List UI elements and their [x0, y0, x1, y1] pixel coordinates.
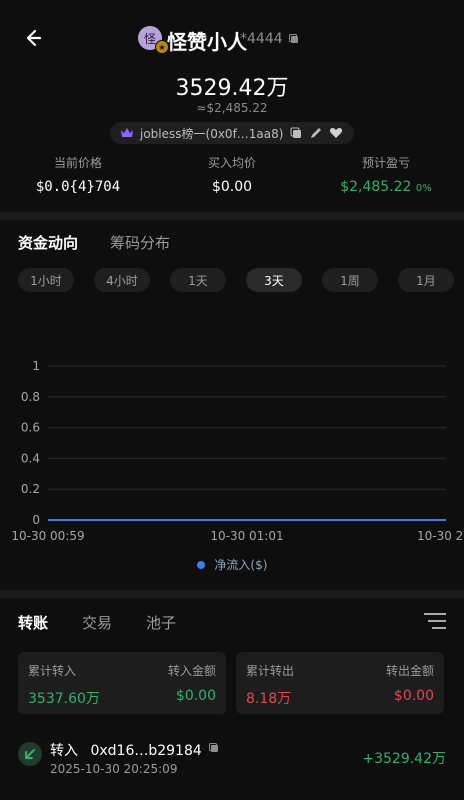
avg-buy-price: 买入均价 $0.00 — [162, 154, 302, 195]
section-tabs: 资金动向 筹码分布 — [18, 232, 170, 253]
tx-amount: +3529.42万 — [362, 751, 446, 767]
tab-chips[interactable]: 筹码分布 — [110, 232, 170, 253]
y-axis: 0 0.2 0.4 0.6 0.8 1 — [21, 359, 40, 527]
x-axis: 10-30 00:59 10-30 01:01 10-30 20: — [11, 529, 464, 543]
tab-trade[interactable]: 交易 — [82, 612, 112, 633]
current-price-value: $0.0{4}704 — [35, 179, 121, 195]
x-tick-label: 10-30 01:01 — [210, 529, 283, 543]
pnl-value-row: $2,485.22 0% — [316, 179, 456, 195]
range-3d[interactable]: 3天 — [246, 268, 302, 292]
balance-usd: ≈$2,485.22 — [196, 101, 268, 115]
avatar-text: 怪 — [143, 31, 156, 46]
y-tick-label: 0.4 — [21, 451, 40, 465]
transfer-summary-cards: 累计转入 转入金额 3537.60万 $0.00 累计转出 转出金额 8.18万… — [18, 652, 444, 714]
card-transfer-out: 累计转出 转出金额 8.18万 $0.00 — [236, 652, 444, 714]
token-balance: 3529.42万 — [175, 76, 289, 101]
avg-buy-label: 买入均价 — [207, 156, 256, 170]
y-tick-label: 0.2 — [21, 482, 40, 496]
out-total-label: 累计转出 — [246, 664, 295, 678]
wallet-suffix: *4444 — [240, 31, 283, 47]
tab-funds[interactable]: 资金动向 — [18, 232, 78, 253]
current-price-label: 当前价格 — [53, 156, 102, 170]
tab-transfer[interactable]: 转账 — [18, 612, 48, 633]
edit-icon[interactable] — [309, 126, 323, 140]
transfer-tabs: 转账 交易 池子 — [18, 612, 176, 633]
pnl-value: $2,485.22 — [340, 179, 412, 195]
tx-title: 转入 0xd16…b29184 — [50, 740, 202, 760]
out-total-value: 8.18万 — [246, 691, 292, 707]
time-range-selector: 1小时 4小时 1天 3天 1周 1月 — [18, 268, 454, 292]
stats-row: 当前价格 $0.0{4}704 买入均价 $0.00 预计盈亏 $2,485.2… — [0, 154, 464, 200]
range-1m[interactable]: 1月 — [398, 268, 454, 292]
menu-icon[interactable] — [424, 612, 446, 630]
legend-label: 净流入($) — [214, 558, 268, 572]
page-title: 怪赞小人 — [167, 30, 247, 54]
pnl-pct: 0% — [415, 183, 432, 194]
range-4h[interactable]: 4小时 — [94, 268, 150, 292]
range-1h[interactable]: 1小时 — [18, 268, 74, 292]
x-tick-label: 10-30 00:59 — [11, 529, 84, 543]
tab-pool[interactable]: 池子 — [146, 612, 176, 633]
chart-grid — [48, 365, 446, 521]
pnl-label: 预计盈亏 — [361, 156, 410, 170]
copy-icon[interactable] — [208, 742, 220, 754]
y-tick-label: 0 — [32, 513, 40, 527]
owner-tag-text: jobless榜一(0x0f…1aa8) — [140, 126, 284, 141]
estimated-pnl: 预计盈亏 $2,485.22 0% — [316, 154, 456, 195]
tx-address[interactable]: 0xd16…b29184 — [90, 743, 201, 759]
range-1w[interactable]: 1周 — [322, 268, 378, 292]
section-divider — [0, 590, 464, 598]
owner-tag[interactable]: jobless榜一(0x0f…1aa8) — [110, 122, 354, 144]
heart-icon[interactable] — [329, 126, 343, 140]
in-total-label: 累计转入 — [28, 664, 77, 678]
out-amount-label: 转出金额 — [385, 664, 434, 678]
copy-icon[interactable] — [288, 33, 300, 45]
y-tick-label: 1 — [32, 359, 40, 373]
x-tick-label: 10-30 20: — [417, 529, 464, 543]
incoming-arrow-icon — [18, 742, 42, 766]
tx-time: 2025-10-30 20:25:09 — [50, 762, 178, 776]
section-divider — [0, 212, 464, 220]
tx-type: 转入 — [50, 743, 78, 759]
transaction-row[interactable]: 转入 0xd16…b29184 2025-10-30 20:25:09 +352… — [18, 740, 446, 780]
copy-icon[interactable] — [289, 126, 303, 140]
y-tick-label: 0.8 — [21, 390, 40, 404]
legend-dot — [196, 561, 205, 569]
out-amount-value: $0.00 — [393, 688, 434, 704]
in-amount-value: $0.00 — [175, 688, 216, 704]
crown-icon — [121, 128, 133, 137]
in-amount-label: 转入金额 — [167, 664, 216, 678]
in-total-value: 3537.60万 — [28, 691, 100, 707]
net-inflow-chart: 00.20.40.60.81 10-30 00:59 10-30 01:01 10-… — [11, 359, 464, 543]
y-tick-label: 0.6 — [21, 421, 40, 435]
avg-buy-value: $0.00 — [211, 179, 253, 195]
back-arrow-icon[interactable] — [20, 26, 44, 50]
range-1d[interactable]: 1天 — [170, 268, 226, 292]
app-header: 怪 ★ 怪赞小人 *4444 — [0, 0, 464, 80]
current-price: 当前价格 $0.0{4}704 — [8, 154, 148, 195]
card-transfer-in: 累计转入 转入金额 3537.60万 $0.00 — [18, 652, 226, 714]
chart-legend: 净流入($) — [0, 556, 464, 573]
